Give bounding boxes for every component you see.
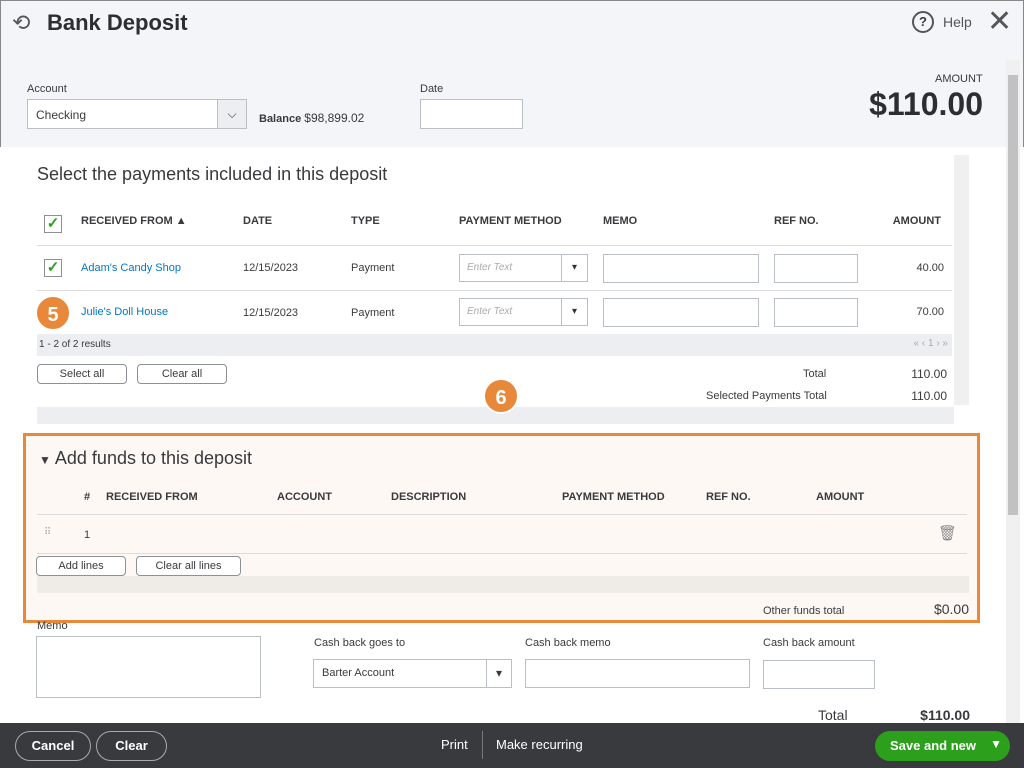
memo-input[interactable]: [603, 254, 759, 283]
memo-textarea[interactable]: [36, 636, 261, 698]
close-icon[interactable]: ✕: [987, 4, 1012, 39]
account-select[interactable]: Checking ⌵: [27, 99, 247, 129]
account-value: Checking: [36, 108, 87, 122]
help-icon[interactable]: ?: [912, 11, 934, 33]
payments-scrollbar[interactable]: [954, 155, 969, 405]
recent-transactions-icon[interactable]: ⟲: [12, 10, 30, 36]
col-amount: AMOUNT: [892, 215, 941, 227]
add-lines-button[interactable]: Add lines: [36, 556, 126, 576]
save-label: Save and new: [890, 738, 976, 753]
col-number: #: [84, 491, 91, 503]
step-marker-6: 6: [483, 378, 519, 414]
grand-total-label: Total: [818, 707, 848, 723]
clear-all-lines-button[interactable]: Clear all lines: [136, 556, 241, 576]
date-label: Date: [420, 83, 444, 95]
col-received-from: RECEIVED FROM: [106, 491, 198, 503]
cashback-memo-label: Cash back memo: [525, 637, 611, 649]
ref-no-input[interactable]: [774, 254, 858, 283]
cancel-button[interactable]: Cancel: [15, 731, 91, 761]
caret-down-icon[interactable]: ▼: [990, 737, 1002, 751]
payment-method-select[interactable]: Enter Text ▾: [459, 298, 588, 326]
pagination-bar: 1 - 2 of 2 results « ‹ 1 › »: [37, 334, 952, 356]
row-type: Payment: [351, 262, 395, 274]
funds-title[interactable]: Add funds to this deposit: [55, 448, 252, 468]
account-label: Account: [27, 83, 67, 95]
cashback-to-label: Cash back goes to: [314, 637, 406, 649]
grand-total-value: $110.00: [920, 707, 970, 723]
select-all-button[interactable]: Select all: [37, 364, 127, 384]
chevron-down-icon[interactable]: ⌵: [217, 100, 246, 128]
caret-down-icon[interactable]: ▾: [561, 299, 587, 325]
row-amount: 40.00: [916, 262, 944, 274]
total-value: 110.00: [911, 367, 947, 381]
received-from-link[interactable]: Julie's Doll House: [81, 306, 168, 318]
results-count: 1 - 2 of 2 results: [39, 339, 111, 350]
payment-method-select[interactable]: Enter Text ▾: [459, 254, 588, 282]
amount-label: AMOUNT: [935, 73, 983, 85]
cashback-amount-input[interactable]: [763, 660, 875, 689]
placeholder: Enter Text: [467, 262, 513, 273]
save-and-new-button[interactable]: Save and new ▼: [875, 731, 1010, 761]
other-funds-label: Other funds total: [763, 605, 845, 617]
received-from-link[interactable]: Adam's Candy Shop: [81, 262, 181, 274]
col-ref-no: REF NO.: [774, 215, 819, 227]
col-type[interactable]: TYPE: [351, 215, 380, 227]
caret-down-icon[interactable]: ▾: [486, 660, 511, 687]
col-account: ACCOUNT: [277, 491, 332, 503]
memo-label: Memo: [37, 620, 68, 632]
payments-table: ✓ RECEIVED FROM ▲ DATE TYPE PAYMENT METH…: [37, 197, 952, 356]
date-input[interactable]: [420, 99, 523, 129]
help-link[interactable]: Help: [943, 14, 972, 30]
row-type: Payment: [351, 307, 395, 319]
balance-value: $98,899.02: [304, 111, 365, 125]
col-description: DESCRIPTION: [391, 491, 467, 503]
caret-down-icon[interactable]: ▾: [561, 255, 587, 281]
col-amount: AMOUNT: [816, 491, 865, 503]
ref-no-input[interactable]: [774, 298, 858, 327]
selected-total-label: Selected Payments Total: [706, 390, 827, 402]
row-date: 12/15/2023: [243, 262, 299, 274]
row-amount: 70.00: [916, 306, 944, 318]
page-title: Bank Deposit: [47, 10, 188, 35]
col-payment-method: PAYMENT METHOD: [562, 491, 665, 503]
other-funds-total: $0.00: [933, 601, 969, 617]
placeholder: Enter Text: [467, 306, 513, 317]
selected-total-value: 110.00: [911, 389, 947, 403]
amount-value: $110.00: [869, 86, 983, 122]
col-ref-no: REF NO.: [706, 491, 751, 503]
col-payment-method: PAYMENT METHOD: [459, 215, 562, 227]
cashback-amount-label: Cash back amount: [763, 637, 855, 649]
make-recurring-link[interactable]: Make recurring: [496, 737, 583, 752]
row-date: 12/15/2023: [243, 307, 299, 319]
drag-handle-icon[interactable]: ⠿: [44, 527, 51, 538]
payments-title: Select the payments included in this dep…: [37, 164, 388, 184]
row-checkbox[interactable]: ✓: [44, 259, 62, 277]
clear-button[interactable]: Clear: [96, 731, 167, 761]
col-date[interactable]: DATE: [243, 215, 272, 227]
add-funds-section: ▼ Add funds to this deposit # RECEIVED F…: [23, 433, 980, 623]
total-label: Total: [803, 368, 827, 380]
page-scrollbar[interactable]: [1006, 60, 1020, 723]
row-number: 1: [84, 529, 91, 541]
cashback-account-select[interactable]: Barter Account ▾: [313, 659, 512, 688]
memo-input[interactable]: [603, 298, 759, 327]
collapse-icon[interactable]: ▼: [39, 453, 51, 467]
footer: Cancel Clear Print Make recurring Save a…: [0, 723, 1024, 768]
col-received-from[interactable]: RECEIVED FROM: [81, 215, 173, 227]
funds-h-scrollbar[interactable]: [37, 576, 969, 593]
pagination-icons[interactable]: « ‹ 1 › »: [914, 338, 948, 349]
trash-icon[interactable]: 🗑: [938, 524, 957, 542]
col-memo: MEMO: [603, 215, 638, 227]
clear-all-button[interactable]: Clear all: [137, 364, 227, 384]
cashback-memo-input[interactable]: [525, 659, 750, 688]
scroll-thumb[interactable]: [1008, 75, 1018, 515]
print-link[interactable]: Print: [441, 737, 468, 752]
step-marker-5: 5: [35, 295, 71, 331]
cashback-account-value: Barter Account: [322, 667, 395, 679]
select-all-checkbox[interactable]: ✓: [44, 215, 62, 233]
balance-label: Balance: [259, 113, 302, 125]
